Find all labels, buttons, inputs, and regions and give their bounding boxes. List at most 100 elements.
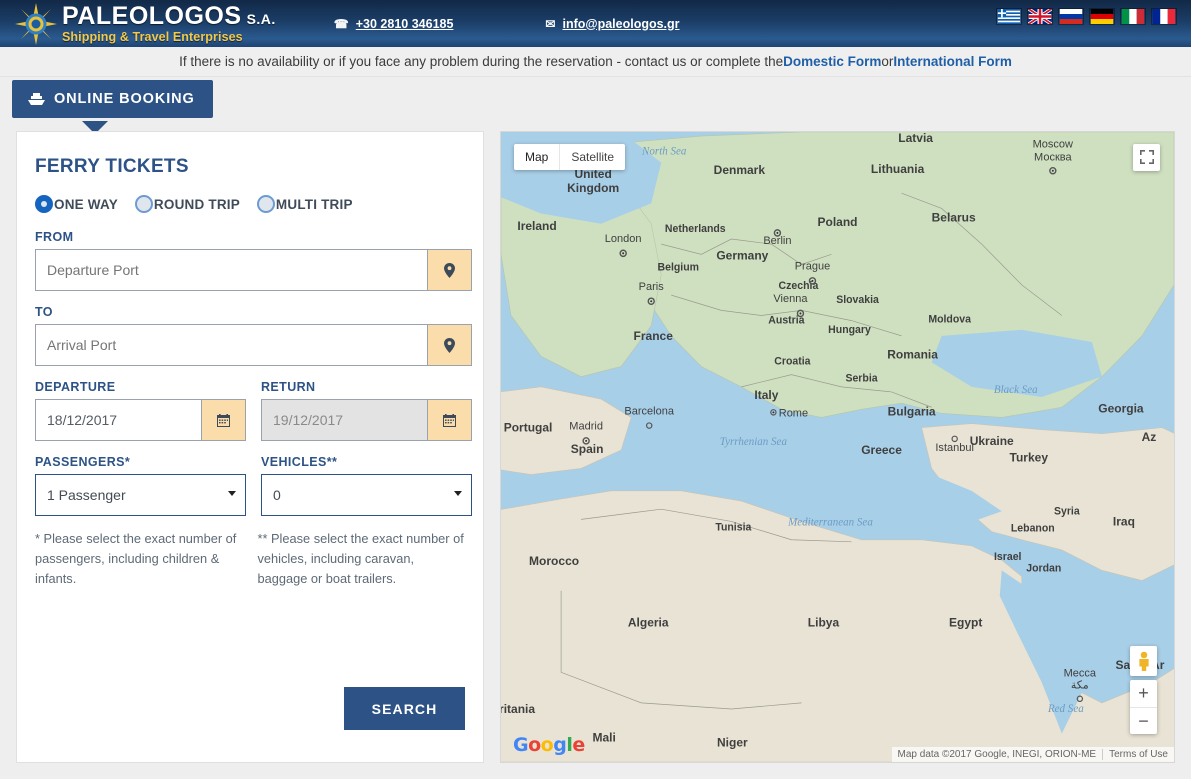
passengers-select[interactable]: 1 Passenger [35, 474, 246, 516]
trip-type-round-trip[interactable]: ROUND TRIP [134, 195, 253, 213]
svg-text:London: London [605, 233, 642, 245]
svg-text:Ukraine: Ukraine [970, 434, 1014, 448]
header-email[interactable]: ✉ info@paleologos.gr [545, 17, 679, 31]
svg-text:Prague: Prague [795, 261, 831, 273]
svg-text:Moscow: Moscow [1033, 138, 1074, 150]
trip-type-one-way-label: ONE WAY [54, 196, 118, 212]
svg-text:Red Sea: Red Sea [1047, 703, 1084, 715]
return-field-group[interactable] [261, 399, 472, 441]
to-field-group[interactable] [35, 324, 472, 366]
svg-text:Az: Az [1142, 430, 1157, 444]
email-link[interactable]: info@paleologos.gr [562, 17, 679, 31]
fullscreen-icon [1139, 150, 1154, 164]
svg-text:ritania: ritania [501, 702, 535, 716]
vehicles-label: VEHICLES** [261, 455, 338, 469]
return-date-input[interactable] [262, 400, 427, 440]
svg-text:Israel: Israel [994, 551, 1022, 563]
svg-text:Iraq: Iraq [1113, 514, 1135, 528]
german-flag[interactable] [1089, 8, 1115, 25]
notice-text-before: If there is no availability or if you fa… [179, 54, 784, 69]
radio-one-way[interactable] [35, 195, 53, 213]
svg-text:Москва: Москва [1034, 151, 1072, 163]
departure-field-group[interactable] [35, 399, 246, 441]
trip-type-one-way[interactable]: ONE WAY [35, 195, 131, 213]
trip-type-round-trip-label: ROUND TRIP [153, 196, 240, 212]
french-flag[interactable] [1151, 8, 1177, 25]
site-header: PALEOLOGOS S.A. Shipping & Travel Enterp… [0, 0, 1191, 47]
counts-row: PASSENGERS* 1 Passenger VEHICLES** 0 [35, 455, 472, 529]
tab-label: ONLINE BOOKING [54, 91, 195, 107]
departure-date-input[interactable] [36, 400, 201, 440]
language-selector[interactable] [996, 8, 1177, 25]
zoom-out-button[interactable]: − [1130, 707, 1157, 734]
svg-text:North Sea: North Sea [641, 145, 687, 157]
svg-text:Belarus: Belarus [932, 211, 976, 225]
logo[interactable]: PALEOLOGOS S.A. Shipping & Travel Enterp… [0, 2, 276, 46]
uk-flag[interactable] [1027, 8, 1053, 25]
departure-calendar-icon[interactable] [201, 400, 245, 440]
svg-text:Mali: Mali [592, 731, 615, 745]
svg-text:Morocco: Morocco [529, 554, 579, 568]
search-button[interactable]: SEARCH [344, 687, 465, 730]
svg-text:France: France [634, 329, 674, 343]
passengers-select-wrap[interactable]: 1 Passenger [35, 474, 246, 516]
vehicles-select-wrap[interactable]: 0 [261, 474, 472, 516]
svg-text:Georgia: Georgia [1098, 401, 1144, 415]
svg-text:Turkey: Turkey [1010, 450, 1049, 464]
greek-flag[interactable] [996, 8, 1022, 25]
return-calendar-icon[interactable] [427, 400, 471, 440]
svg-text:Italy: Italy [754, 388, 778, 402]
trip-type-group[interactable]: ONE WAY ROUND TRIP MULTI TRIP [35, 195, 465, 213]
svg-text:Istanbul: Istanbul [935, 442, 974, 454]
svg-text:Kingdom: Kingdom [567, 181, 619, 195]
to-map-pin-icon[interactable] [427, 325, 471, 365]
domestic-form-link[interactable]: Domestic Form [783, 54, 881, 69]
svg-text:Lithuania: Lithuania [871, 162, 925, 176]
trip-type-multi-trip[interactable]: MULTI TRIP [256, 195, 366, 213]
svg-text:Ireland: Ireland [517, 219, 556, 233]
arrival-port-input[interactable] [36, 325, 427, 365]
svg-text:Madrid: Madrid [569, 421, 603, 433]
tab-online-booking[interactable]: ONLINE BOOKING [12, 80, 213, 118]
map-type-map[interactable]: Map [514, 144, 559, 170]
departure-col: DEPARTURE [35, 380, 246, 455]
zoom-controls[interactable]: + − [1130, 680, 1157, 734]
phone-link[interactable]: +30 2810 346185 [356, 17, 454, 31]
map-canvas[interactable]: North Sea Black Sea Tyrrhenian Sea Medit… [501, 132, 1174, 762]
svg-text:Moldova: Moldova [928, 314, 971, 326]
vehicles-select[interactable]: 0 [261, 474, 472, 516]
svg-text:Latvia: Latvia [898, 132, 933, 145]
svg-text:Berlin: Berlin [763, 235, 791, 247]
passengers-label: PASSENGERS* [35, 455, 131, 469]
svg-text:Niger: Niger [717, 736, 748, 750]
page-title: FERRY TICKETS [35, 156, 189, 177]
terms-of-use-link[interactable]: Terms of Use [1102, 749, 1174, 760]
envelope-icon: ✉ [545, 16, 556, 31]
russian-flag[interactable] [1058, 8, 1084, 25]
fullscreen-button[interactable] [1133, 144, 1160, 171]
map-container[interactable]: North Sea Black Sea Tyrrhenian Sea Medit… [500, 131, 1175, 763]
svg-text:Paris: Paris [639, 281, 665, 293]
svg-text:Jordan: Jordan [1026, 562, 1061, 574]
svg-text:Rome: Rome [779, 407, 808, 419]
passengers-note: * Please select the exact number of pass… [35, 531, 237, 586]
radio-round-trip[interactable] [134, 195, 153, 213]
svg-text:Tunisia: Tunisia [715, 522, 751, 534]
zoom-in-button[interactable]: + [1130, 680, 1157, 707]
street-view-pegman-icon[interactable] [1130, 646, 1157, 676]
svg-text:Mediterranean Sea: Mediterranean Sea [787, 516, 873, 528]
departure-port-input[interactable] [36, 250, 427, 290]
svg-text:مكة: مكة [1071, 680, 1089, 692]
map-type-control[interactable]: Map Satellite [514, 144, 626, 170]
svg-text:Egypt: Egypt [949, 615, 982, 629]
italian-flag[interactable] [1120, 8, 1146, 25]
vehicles-note: ** Please select the exact number of veh… [257, 531, 464, 586]
svg-text:Slovakia: Slovakia [836, 294, 879, 306]
international-form-link[interactable]: International Form [893, 54, 1012, 69]
from-map-pin-icon[interactable] [427, 250, 471, 290]
radio-multi-trip[interactable] [256, 195, 275, 213]
tab-bar: ONLINE BOOKING [0, 77, 1191, 134]
from-field-group[interactable] [35, 249, 472, 291]
header-phone[interactable]: ☎ +30 2810 346185 [334, 17, 454, 31]
map-type-satellite[interactable]: Satellite [559, 144, 625, 170]
